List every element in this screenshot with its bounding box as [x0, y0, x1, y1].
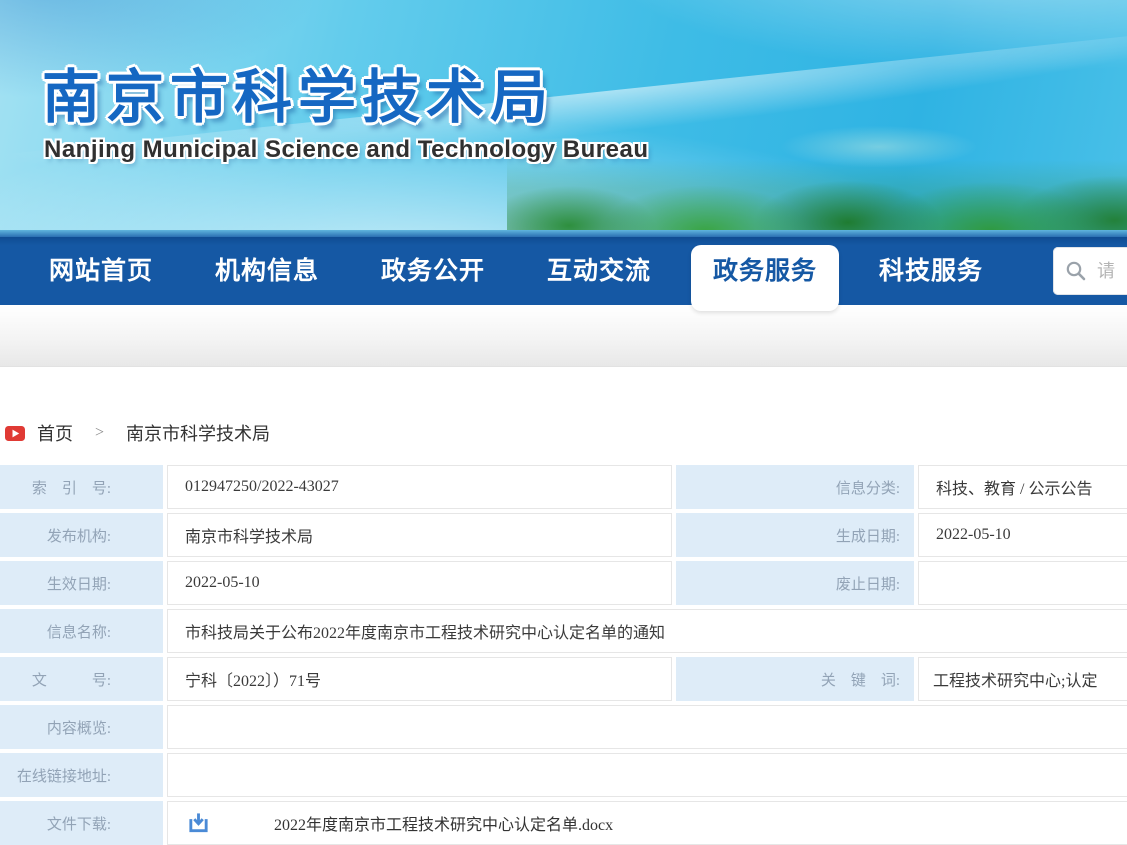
generation-date-label: 生成日期: — [676, 513, 914, 557]
nav-tab-gov-service[interactable]: 政务服务 — [682, 237, 848, 305]
nav-tab-label: 政务公开 — [381, 257, 485, 285]
breadcrumb: 首页 > 南京市科学技术局 — [5, 420, 270, 446]
index-number-label: 索 引 号: — [0, 465, 163, 509]
main-nav: 网站首页 机构信息 政务公开 互动交流 政务服务 科技服务 — [0, 237, 1127, 305]
download-icon — [187, 811, 210, 835]
nav-sub-strip — [0, 305, 1127, 367]
info-category-label: 信息分类: — [676, 465, 914, 509]
content-overview-value — [167, 705, 1127, 749]
nav-tab-gov-open[interactable]: 政务公开 — [350, 237, 516, 305]
issuing-agency-value: 南京市科学技术局 — [167, 513, 672, 557]
nav-tab-label: 政务服务 — [713, 257, 817, 285]
search-box[interactable] — [1053, 247, 1127, 295]
table-row: 文 号: 宁科〔2022〕）71号 关 键 词: 工程技术研究中心;认定 — [0, 657, 1127, 701]
online-link-label: 在线链接地址: — [0, 753, 163, 797]
banner-water-strip — [0, 230, 1127, 237]
content-overview-label: 内容概览: — [0, 705, 163, 749]
document-number-label: 文 号: — [0, 657, 163, 701]
file-download-link[interactable]: 2022年度南京市工程技术研究中心认定名单.docx — [185, 811, 613, 835]
site-banner: 南京市科学技术局 Nanjing Municipal Science and T… — [0, 0, 1127, 237]
keywords-label: 关 键 词: — [676, 657, 914, 701]
effective-date-value: 2022-05-10 — [167, 561, 672, 605]
search-input[interactable] — [1097, 247, 1127, 295]
info-category-value: 科技、教育 / 公示公告 — [918, 465, 1127, 509]
file-download-label: 文件下载: — [0, 801, 163, 845]
nav-tab-label: 机构信息 — [215, 257, 319, 285]
nav-tab-tech-service[interactable]: 科技服务 — [848, 237, 1014, 305]
search-icon — [1065, 260, 1087, 282]
expiry-date-label: 废止日期: — [676, 561, 914, 605]
issuing-agency-label: 发布机构: — [0, 513, 163, 557]
table-row: 在线链接地址: — [0, 753, 1127, 797]
nav-tab-label: 科技服务 — [879, 257, 983, 285]
expiry-date-value — [918, 561, 1127, 605]
generation-date-value: 2022-05-10 — [918, 513, 1127, 557]
breadcrumb-home-link[interactable]: 首页 — [37, 420, 73, 446]
info-name-label: 信息名称: — [0, 609, 163, 653]
effective-date-label: 生效日期: — [0, 561, 163, 605]
nav-tab-home[interactable]: 网站首页 — [18, 237, 184, 305]
site-subtitle: Nanjing Municipal Science and Technology… — [44, 136, 648, 164]
breadcrumb-current[interactable]: 南京市科学技术局 — [126, 420, 270, 446]
file-name: 2022年度南京市工程技术研究中心认定名单.docx — [274, 811, 613, 835]
document-info-table: 索 引 号: 012947250/2022-43027 信息分类: 科技、教育 … — [0, 465, 1127, 845]
keywords-value: 工程技术研究中心;认定 — [918, 657, 1127, 701]
nav-tab-label: 网站首页 — [49, 257, 153, 285]
document-number-value: 宁科〔2022〕）71号 — [167, 657, 672, 701]
table-row: 信息名称: 市科技局关于公布2022年度南京市工程技术研究中心认定名单的通知 — [0, 609, 1127, 653]
table-row: 内容概览: — [0, 705, 1127, 749]
online-link-value — [167, 753, 1127, 797]
red-play-badge-icon — [5, 426, 25, 441]
info-name-value: 市科技局关于公布2022年度南京市工程技术研究中心认定名单的通知 — [167, 609, 1127, 653]
table-row: 索 引 号: 012947250/2022-43027 信息分类: 科技、教育 … — [0, 465, 1127, 509]
site-title: 南京市科学技术局 — [42, 50, 554, 134]
table-row: 发布机构: 南京市科学技术局 生成日期: 2022-05-10 — [0, 513, 1127, 557]
page: 南京市科学技术局 Nanjing Municipal Science and T… — [0, 0, 1127, 845]
table-row: 文件下载: 2022年度南京市工程技术研究中心认定名单.docx — [0, 801, 1127, 845]
breadcrumb-separator: > — [95, 424, 104, 442]
table-row: 生效日期: 2022-05-10 废止日期: — [0, 561, 1127, 605]
nav-tab-org-info[interactable]: 机构信息 — [184, 237, 350, 305]
nav-tab-list: 网站首页 机构信息 政务公开 互动交流 政务服务 科技服务 — [18, 237, 1127, 305]
index-number-value: 012947250/2022-43027 — [167, 465, 672, 509]
nav-tab-interaction[interactable]: 互动交流 — [516, 237, 682, 305]
nav-tab-label: 互动交流 — [547, 257, 651, 285]
